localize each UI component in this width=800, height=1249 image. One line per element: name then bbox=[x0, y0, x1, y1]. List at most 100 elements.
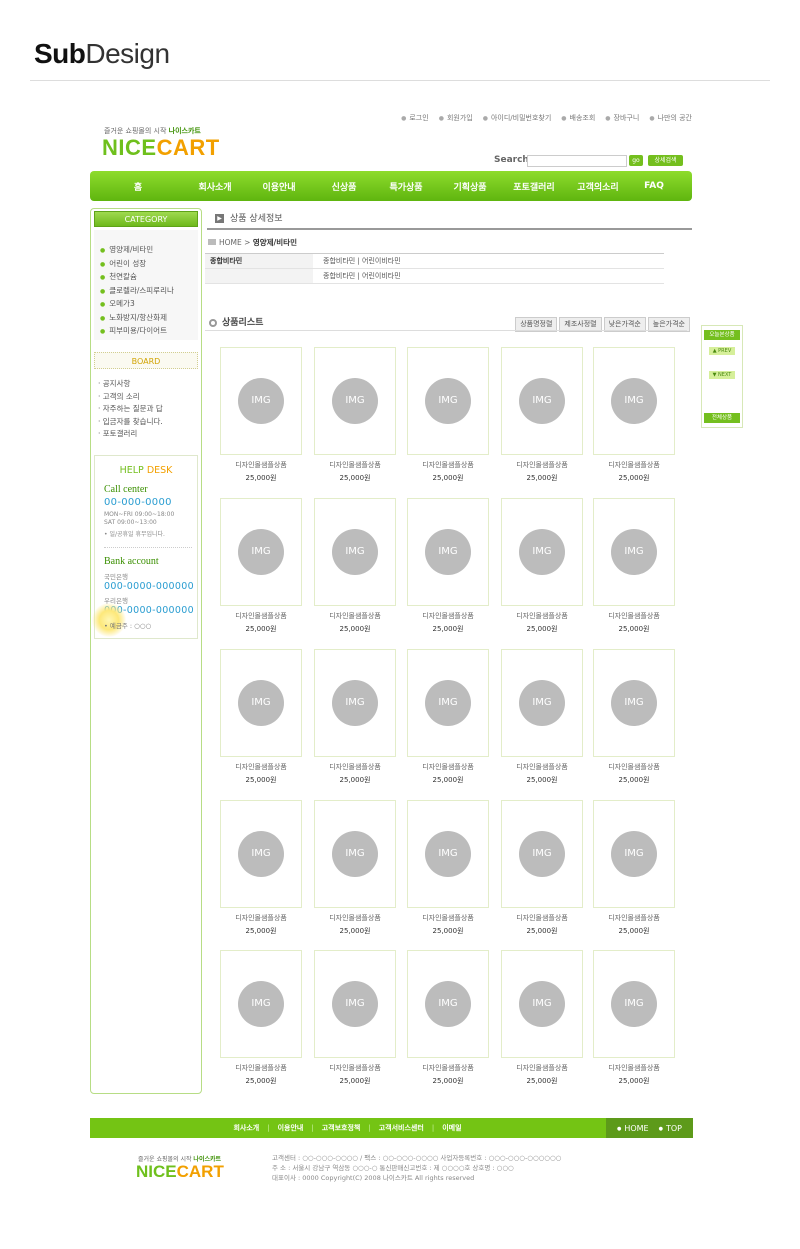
product-image-frame[interactable]: IMG bbox=[501, 649, 583, 757]
nav-photo-gallery[interactable]: 포토갤러리 bbox=[502, 180, 566, 193]
board-item[interactable]: 포토갤러리 bbox=[98, 428, 163, 441]
product-image-frame[interactable]: IMG bbox=[501, 800, 583, 908]
top-link-join[interactable]: 회원가입 bbox=[439, 113, 473, 123]
product-image-frame[interactable]: IMG bbox=[314, 950, 396, 1058]
footer-home-link[interactable]: HOME bbox=[617, 1124, 648, 1133]
product-name[interactable]: 디자인몰샘플상품 bbox=[593, 1063, 675, 1073]
product-name[interactable]: 디자인몰샘플상품 bbox=[314, 611, 396, 621]
product-card[interactable]: IMG 디자인몰샘플상품 25,000원 bbox=[220, 498, 302, 634]
product-image-frame[interactable]: IMG bbox=[407, 950, 489, 1058]
footer-link-email[interactable]: 이메일 bbox=[442, 1123, 461, 1133]
product-image-frame[interactable]: IMG bbox=[220, 649, 302, 757]
product-image-frame[interactable]: IMG bbox=[220, 800, 302, 908]
product-image-frame[interactable]: IMG bbox=[314, 649, 396, 757]
product-card[interactable]: IMG 디자인몰샘플상품 25,000원 bbox=[593, 498, 675, 634]
top-link-mypage[interactable]: 나만의 공간 bbox=[649, 113, 692, 123]
product-image-frame[interactable]: IMG bbox=[314, 800, 396, 908]
top-link-cart[interactable]: 장바구니 bbox=[605, 113, 640, 123]
product-image-frame[interactable]: IMG bbox=[220, 498, 302, 606]
product-name[interactable]: 디자인몰샘플상품 bbox=[501, 611, 583, 621]
product-card[interactable]: IMG 디자인몰샘플상품 25,000원 bbox=[501, 649, 583, 785]
product-image-frame[interactable]: IMG bbox=[501, 498, 583, 606]
product-card[interactable]: IMG 디자인몰샘플상품 25,000원 bbox=[407, 800, 489, 936]
category-item[interactable]: 천연칼슘 bbox=[100, 271, 174, 285]
product-card[interactable]: IMG 디자인몰샘플상품 25,000원 bbox=[220, 347, 302, 483]
nav-company[interactable]: 회사소개 bbox=[186, 180, 244, 193]
product-card[interactable]: IMG 디자인몰샘플상품 25,000원 bbox=[314, 800, 396, 936]
product-image-frame[interactable]: IMG bbox=[407, 347, 489, 455]
footer-top-link[interactable]: TOP bbox=[659, 1124, 682, 1133]
product-card[interactable]: IMG 디자인몰샘플상품 25,000원 bbox=[501, 950, 583, 1086]
subcategory-value[interactable]: 종합비타민 | 어린이비타민 bbox=[313, 271, 401, 281]
product-name[interactable]: 디자인몰샘플상품 bbox=[407, 611, 489, 621]
product-image-frame[interactable]: IMG bbox=[407, 800, 489, 908]
product-image-frame[interactable]: IMG bbox=[593, 649, 675, 757]
product-image-frame[interactable]: IMG bbox=[593, 800, 675, 908]
site-logo[interactable]: NICECART bbox=[102, 135, 220, 161]
product-name[interactable]: 디자인몰샘플상품 bbox=[407, 762, 489, 772]
product-name[interactable]: 디자인몰샘플상품 bbox=[501, 762, 583, 772]
product-card[interactable]: IMG 디자인몰샘플상품 25,000원 bbox=[501, 800, 583, 936]
product-image-frame[interactable]: IMG bbox=[314, 347, 396, 455]
category-item[interactable]: 피부미용/다이어트 bbox=[100, 325, 174, 339]
product-card[interactable]: IMG 디자인몰샘플상품 25,000원 bbox=[407, 347, 489, 483]
product-name[interactable]: 디자인몰샘플상품 bbox=[220, 762, 302, 772]
product-card[interactable]: IMG 디자인몰샘플상품 25,000원 bbox=[501, 347, 583, 483]
product-image-frame[interactable]: IMG bbox=[314, 498, 396, 606]
product-image-frame[interactable]: IMG bbox=[593, 498, 675, 606]
product-image-frame[interactable]: IMG bbox=[407, 649, 489, 757]
board-item[interactable]: 자주하는 질문과 답 bbox=[98, 403, 163, 416]
product-image-frame[interactable]: IMG bbox=[501, 950, 583, 1058]
product-card[interactable]: IMG 디자인몰샘플상품 25,000원 bbox=[314, 950, 396, 1086]
product-name[interactable]: 디자인몰샘플상품 bbox=[220, 460, 302, 470]
footer-link-guide[interactable]: 이용안내 bbox=[278, 1123, 304, 1133]
search-go-button[interactable]: go bbox=[629, 155, 643, 166]
product-card[interactable]: IMG 디자인몰샘플상품 25,000원 bbox=[407, 498, 489, 634]
board-item[interactable]: 공지사항 bbox=[98, 378, 163, 391]
product-name[interactable]: 디자인몰샘플상품 bbox=[593, 762, 675, 772]
product-name[interactable]: 디자인몰샘플상품 bbox=[220, 913, 302, 923]
product-name[interactable]: 디자인몰샘플상품 bbox=[501, 460, 583, 470]
product-name[interactable]: 디자인몰샘플상품 bbox=[220, 1063, 302, 1073]
nav-faq[interactable]: FAQ bbox=[630, 181, 678, 191]
nav-new-products[interactable]: 신상품 bbox=[314, 180, 374, 193]
product-card[interactable]: IMG 디자인몰샘플상품 25,000원 bbox=[501, 498, 583, 634]
footer-link-privacy[interactable]: 고객보호정책 bbox=[322, 1123, 361, 1133]
product-name[interactable]: 디자인몰샘플상품 bbox=[220, 611, 302, 621]
product-name[interactable]: 디자인몰샘플상품 bbox=[314, 762, 396, 772]
product-card[interactable]: IMG 디자인몰샘플상품 25,000원 bbox=[593, 347, 675, 483]
board-item[interactable]: 고객의 소리 bbox=[98, 391, 163, 404]
product-name[interactable]: 디자인몰샘플상품 bbox=[593, 913, 675, 923]
nav-special-products[interactable]: 특가상품 bbox=[374, 180, 438, 193]
footer-link-service[interactable]: 고객서비스센터 bbox=[379, 1123, 424, 1133]
quick-next-button[interactable]: ▼ NEXT bbox=[709, 371, 735, 379]
product-card[interactable]: IMG 디자인몰샘플상품 25,000원 bbox=[593, 800, 675, 936]
product-card[interactable]: IMG 디자인몰샘플상품 25,000원 bbox=[407, 950, 489, 1086]
quick-menu-footer[interactable]: 전체상품 bbox=[704, 413, 740, 423]
category-item[interactable]: 클로렐라/스피루리나 bbox=[100, 285, 174, 299]
product-card[interactable]: IMG 디자인몰샘플상품 25,000원 bbox=[314, 498, 396, 634]
product-image-frame[interactable]: IMG bbox=[407, 498, 489, 606]
product-card[interactable]: IMG 디자인몰샘플상품 25,000원 bbox=[220, 649, 302, 785]
product-name[interactable]: 디자인몰샘플상품 bbox=[314, 460, 396, 470]
product-name[interactable]: 디자인몰샘플상품 bbox=[407, 913, 489, 923]
product-image-frame[interactable]: IMG bbox=[593, 950, 675, 1058]
top-link-delivery[interactable]: 배송조회 bbox=[561, 113, 596, 123]
product-image-frame[interactable]: IMG bbox=[220, 950, 302, 1058]
breadcrumb-home[interactable]: HOME bbox=[219, 238, 242, 247]
product-card[interactable]: IMG 디자인몰샘플상품 25,000원 bbox=[593, 950, 675, 1086]
product-card[interactable]: IMG 디자인몰샘플상품 25,000원 bbox=[220, 800, 302, 936]
footer-link-company[interactable]: 회사소개 bbox=[233, 1123, 259, 1133]
top-link-login[interactable]: 로그인 bbox=[401, 113, 428, 123]
search-input[interactable] bbox=[527, 155, 627, 167]
product-image-frame[interactable]: IMG bbox=[593, 347, 675, 455]
product-name[interactable]: 디자인몰샘플상품 bbox=[593, 611, 675, 621]
product-name[interactable]: 디자인몰샘플상품 bbox=[501, 913, 583, 923]
advanced-search-button[interactable]: 상세검색 bbox=[648, 155, 683, 166]
nav-customer-voice[interactable]: 고객의소리 bbox=[566, 180, 630, 193]
product-name[interactable]: 디자인몰샘플상품 bbox=[501, 1063, 583, 1073]
product-image-frame[interactable]: IMG bbox=[220, 347, 302, 455]
nav-home[interactable]: 홈 bbox=[90, 180, 186, 193]
product-card[interactable]: IMG 디자인몰샘플상품 25,000원 bbox=[314, 649, 396, 785]
product-card[interactable]: IMG 디자인몰샘플상품 25,000원 bbox=[220, 950, 302, 1086]
